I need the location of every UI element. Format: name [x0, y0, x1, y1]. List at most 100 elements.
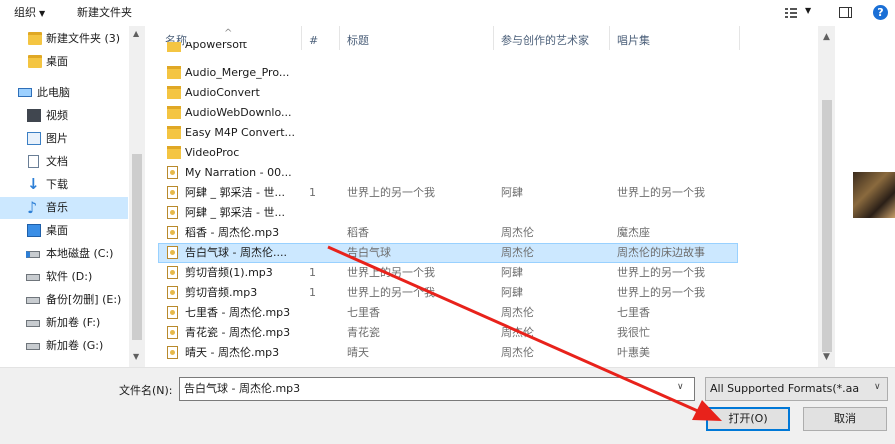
- drive-icon: [26, 320, 40, 327]
- scroll-down-icon[interactable]: ▼: [823, 352, 830, 362]
- list-item[interactable]: 晴天 - 周杰伦.mp3 晴天 周杰伦 叶惠美: [158, 343, 738, 363]
- list-item[interactable]: 七里香 - 周杰伦.mp3 七里香 周杰伦 七里香: [158, 303, 738, 323]
- dialog-footer: 文件名(N): 告白气球 - 周杰伦.mp3 ∨ All Supported F…: [0, 367, 895, 444]
- list-item[interactable]: Apowersoft: [158, 42, 738, 54]
- audio-file-icon: [167, 206, 178, 219]
- nav-item-label: 文档: [46, 155, 68, 168]
- file-type-chevron-icon[interactable]: ∨: [874, 382, 881, 392]
- nav-item-label: 下载: [46, 178, 68, 191]
- file-type-select[interactable]: All Supported Formats(*.aa: [705, 377, 888, 401]
- file-title: 稻香: [347, 226, 369, 239]
- nav-item-drive-g[interactable]: 新加卷 (G:): [0, 335, 128, 357]
- new-folder-button[interactable]: 新建文件夹: [77, 5, 132, 21]
- navigation-pane: 新建文件夹 (3) 桌面 此电脑 视频 图片 文档 ↓ 下载 ♪ 音乐 桌面 本…: [0, 26, 145, 367]
- scroll-up-icon[interactable]: ▲: [133, 29, 139, 38]
- filename-input[interactable]: 告白气球 - 周杰伦.mp3: [179, 377, 695, 401]
- list-item[interactable]: VideoProc: [158, 143, 738, 163]
- audio-file-icon: [167, 246, 178, 259]
- filename-history-chevron-icon[interactable]: ∨: [677, 382, 684, 392]
- file-name: My Narration - 00...: [185, 166, 292, 179]
- nav-item-drive-e[interactable]: 备份[勿删] (E:): [0, 289, 128, 311]
- change-view-button[interactable]: ▼: [785, 3, 817, 23]
- file-track-number: 1: [309, 186, 316, 199]
- file-album: 七里香: [617, 306, 650, 319]
- folder-icon: [28, 55, 42, 68]
- nav-item-documents[interactable]: 文档: [0, 151, 128, 173]
- nav-item-videos[interactable]: 视频: [0, 105, 128, 127]
- help-icon: ?: [873, 5, 888, 20]
- file-list-scrollbar[interactable]: ▲ ▼: [818, 26, 835, 367]
- list-item[interactable]: 稻香 - 周杰伦.mp3 稻香 周杰伦 魔杰座: [158, 223, 738, 243]
- folder-icon: [167, 86, 181, 99]
- nav-scrollbar-thumb[interactable]: [132, 154, 142, 340]
- file-title: 晴天: [347, 346, 369, 359]
- preview-pane-icon: [839, 7, 852, 18]
- audio-file-icon: [167, 186, 178, 199]
- nav-item-drive-c[interactable]: 本地磁盘 (C:): [0, 243, 128, 265]
- file-artist: 阿肆: [501, 286, 523, 299]
- file-name: Easy M4P Convert...: [185, 126, 296, 139]
- computer-icon: [18, 88, 32, 97]
- cancel-button[interactable]: 取消: [803, 407, 887, 431]
- nav-item-new-folder-3[interactable]: 新建文件夹 (3): [0, 28, 128, 50]
- preview-thumbnail: [853, 172, 895, 218]
- scroll-up-icon[interactable]: ▲: [823, 32, 830, 42]
- file-artist: 阿肆: [501, 266, 523, 279]
- file-name: AudioWebDownlo...: [185, 106, 292, 119]
- nav-item-drive-d[interactable]: 软件 (D:): [0, 266, 128, 288]
- list-item[interactable]: AudioWebDownlo...: [158, 103, 738, 123]
- nav-item-label: 软件 (D:): [46, 270, 93, 283]
- list-item[interactable]: My Narration - 00...: [158, 163, 738, 183]
- list-item-selected[interactable]: 告白气球 - 周杰伦.... 告白气球 周杰伦 周杰伦的床边故事: [158, 243, 738, 263]
- preview-pane-button[interactable]: [838, 3, 854, 23]
- folder-icon: [167, 106, 181, 119]
- file-title: 七里香: [347, 306, 380, 319]
- file-artist: 周杰伦: [501, 246, 534, 259]
- nav-item-desktop-folder[interactable]: 桌面: [0, 51, 128, 73]
- list-item[interactable]: Easy M4P Convert...: [158, 123, 738, 143]
- open-button[interactable]: 打开(O): [706, 407, 790, 431]
- file-name: 剪切音频.mp3: [185, 286, 258, 299]
- file-name: Apowersoft: [185, 42, 247, 51]
- nav-item-downloads[interactable]: ↓ 下载: [0, 174, 128, 196]
- file-album: 世界上的另一个我: [617, 286, 705, 299]
- list-item[interactable]: 阿肆 _ 郭采洁 - 世... 1 世界上的另一个我 阿肆 世界上的另一个我: [158, 183, 738, 203]
- list-item[interactable]: 剪切音频.mp3 1 世界上的另一个我 阿肆 世界上的另一个我: [158, 283, 738, 303]
- download-icon: ↓: [27, 175, 40, 193]
- file-title: 世界上的另一个我: [347, 266, 435, 279]
- help-button[interactable]: ?: [873, 3, 889, 23]
- file-list-scrollbar-thumb[interactable]: [822, 100, 832, 352]
- file-album: 世界上的另一个我: [617, 266, 705, 279]
- file-name: 阿肆 _ 郭采洁 - 世...: [185, 206, 285, 219]
- organize-menu-button[interactable]: 组织 ▼: [14, 5, 45, 21]
- folder-icon: [28, 32, 42, 45]
- nav-item-desktop[interactable]: 桌面: [0, 220, 128, 242]
- video-icon: [27, 109, 41, 122]
- file-album: 我很忙: [617, 326, 650, 339]
- list-item[interactable]: AudioConvert: [158, 83, 738, 103]
- nav-scrollbar[interactable]: ▲ ▼: [129, 26, 145, 367]
- nav-item-drive-f[interactable]: 新加卷 (F:): [0, 312, 128, 334]
- nav-item-music[interactable]: ♪ 音乐: [0, 197, 128, 219]
- folder-icon: [167, 126, 181, 139]
- nav-item-label: 音乐: [46, 201, 68, 214]
- list-item[interactable]: 青花瓷 - 周杰伦.mp3 青花瓷 周杰伦 我很忙: [158, 323, 738, 343]
- file-name: AudioConvert: [185, 86, 260, 99]
- nav-item-label: 新加卷 (F:): [46, 316, 101, 329]
- nav-item-label: 新建文件夹 (3): [46, 32, 121, 45]
- nav-item-label: 视频: [46, 109, 68, 122]
- list-item[interactable]: 阿肆 _ 郭采洁 - 世...: [158, 203, 738, 223]
- list-item[interactable]: 剪切音频(1).mp3 1 世界上的另一个我 阿肆 世界上的另一个我: [158, 263, 738, 283]
- file-name: 七里香 - 周杰伦.mp3: [185, 306, 291, 319]
- list-item[interactable]: Audio_Merge_Pro...: [158, 63, 738, 83]
- folder-icon: [167, 66, 181, 79]
- drive-icon: [26, 274, 40, 281]
- nav-item-pictures[interactable]: 图片: [0, 128, 128, 150]
- file-name: Audio_Merge_Pro...: [185, 66, 290, 79]
- audio-file-icon: [167, 346, 178, 359]
- music-icon: ♪: [27, 198, 38, 217]
- nav-item-this-pc[interactable]: 此电脑: [0, 82, 128, 104]
- file-name: 青花瓷 - 周杰伦.mp3: [185, 326, 291, 339]
- scroll-down-icon[interactable]: ▼: [133, 352, 139, 361]
- file-name: 阿肆 _ 郭采洁 - 世...: [185, 186, 285, 199]
